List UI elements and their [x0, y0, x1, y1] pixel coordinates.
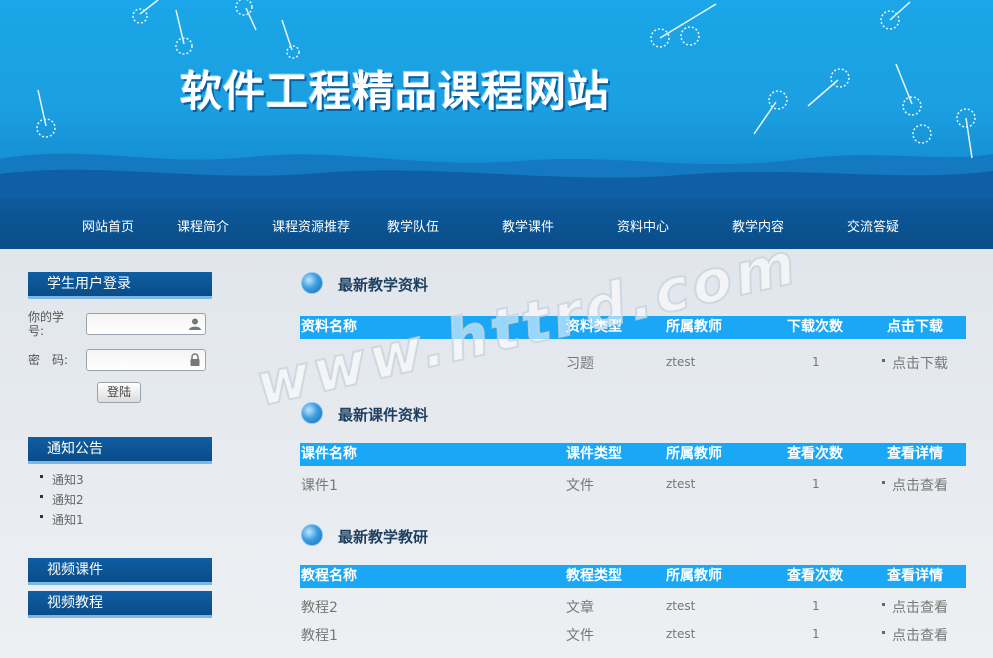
site-title: 软件工程精品课程网站	[180, 67, 611, 116]
bullet-icon	[40, 475, 43, 478]
table-row: 习题 ztest 1 点击下载	[300, 353, 966, 373]
column-header: 所属教师	[666, 446, 722, 462]
courseware-name[interactable]: 课件1	[301, 475, 338, 495]
notice-item-label[interactable]: 通知1	[52, 513, 84, 527]
globe-icon	[301, 524, 323, 546]
research-table-header: 教程名称 教程类型 所属教师 查看次数 查看详情	[300, 565, 966, 588]
notice-item-label[interactable]: 通知2	[52, 493, 84, 507]
column-header: 查看次数	[787, 568, 843, 584]
table-row: 教程2 文章 ztest 1 点击查看	[300, 597, 966, 617]
video-courseware-title[interactable]: 视频课件	[28, 558, 212, 585]
video-tutorial-title[interactable]: 视频教程	[28, 591, 212, 618]
bullet-icon	[40, 515, 43, 518]
nav-item-home[interactable]: 网站首页	[82, 216, 134, 235]
research-type: 文章	[566, 600, 594, 616]
column-header: 查看次数	[787, 446, 843, 462]
nav-item-content[interactable]: 教学内容	[732, 216, 784, 235]
courseware-type: 文件	[566, 478, 594, 494]
globe-icon	[301, 272, 323, 294]
column-header: 查看详情	[887, 568, 943, 584]
view-details-label[interactable]: 点击查看	[892, 597, 948, 617]
column-header: 所属教师	[666, 319, 722, 335]
bullet-icon	[882, 481, 885, 484]
nav-item-resources[interactable]: 课程资源推荐	[272, 216, 350, 235]
view-details-link[interactable]: 点击查看	[882, 597, 948, 616]
column-header: 点击下载	[887, 319, 943, 335]
materials-table-header: 资料名称 资料类型 所属教师 下载次数 点击下载	[300, 316, 966, 339]
nav-item-materials[interactable]: 资料中心	[617, 216, 669, 235]
column-header: 课件类型	[566, 446, 622, 462]
notice-item[interactable]: 通知2	[40, 491, 84, 508]
table-row: 教程1 文件 ztest 1 点击查看	[300, 625, 966, 645]
column-header: 资料类型	[566, 319, 622, 335]
column-header: 教程名称	[301, 568, 357, 584]
user-icon	[189, 318, 201, 330]
notice-item-label[interactable]: 通知3	[52, 473, 84, 487]
view-details-link[interactable]: 点击查看	[882, 625, 948, 644]
research-section-title: 最新教学教研	[338, 528, 429, 546]
view-count: 1	[812, 599, 820, 613]
column-header: 查看详情	[887, 446, 943, 462]
view-count: 1	[812, 477, 820, 491]
globe-icon	[301, 402, 323, 424]
column-header: 资料名称	[301, 319, 357, 335]
research-type: 文件	[566, 628, 594, 644]
view-count: 1	[812, 627, 820, 641]
research-name[interactable]: 教程1	[301, 625, 338, 645]
courseware-table-header: 课件名称 课件类型 所属教师 查看次数 查看详情	[300, 443, 966, 466]
research-teacher: ztest	[666, 627, 696, 641]
bullet-icon	[882, 631, 885, 634]
login-box-title: 学生用户登录	[28, 272, 212, 299]
nav-item-intro[interactable]: 课程简介	[177, 216, 229, 235]
material-teacher: ztest	[666, 355, 696, 369]
material-type: 习题	[566, 356, 594, 372]
materials-section-title: 最新教学资料	[338, 276, 429, 294]
main-nav: 网站首页 课程简介 课程资源推荐 教学队伍 教学课件 资料中心 教学内容 交流答…	[0, 199, 993, 249]
view-details-label[interactable]: 点击查看	[892, 625, 948, 645]
nav-item-courseware[interactable]: 教学课件	[502, 216, 554, 235]
view-details-label[interactable]: 点击查看	[892, 475, 948, 495]
table-row: 课件1 文件 ztest 1 点击查看	[300, 475, 966, 495]
courseware-section-title: 最新课件资料	[338, 406, 429, 424]
password-label: 密 码:	[28, 353, 69, 367]
student-id-label-line2: 号:	[28, 324, 45, 338]
bullet-icon	[40, 495, 43, 498]
bullet-icon	[882, 359, 885, 362]
header-banner: 软件工程精品课程网站	[0, 0, 993, 199]
view-details-link[interactable]: 点击查看	[882, 475, 948, 494]
notice-item[interactable]: 通知1	[40, 511, 84, 528]
download-link-label[interactable]: 点击下载	[892, 353, 948, 373]
research-name[interactable]: 教程2	[301, 597, 338, 617]
column-header: 所属教师	[666, 568, 722, 584]
student-id-label-line1: 你的学	[28, 310, 65, 324]
download-count: 1	[812, 355, 820, 369]
nav-item-team[interactable]: 教学队伍	[387, 216, 439, 235]
research-teacher: ztest	[666, 599, 696, 613]
notice-box-title: 通知公告	[28, 437, 212, 464]
lock-icon	[190, 353, 200, 366]
nav-item-qa[interactable]: 交流答疑	[847, 216, 899, 235]
courseware-teacher: ztest	[666, 477, 696, 491]
bullet-icon	[882, 603, 885, 606]
column-header: 下载次数	[787, 319, 843, 335]
column-header: 教程类型	[566, 568, 622, 584]
login-button[interactable]: 登陆	[97, 382, 141, 403]
notice-item[interactable]: 通知3	[40, 471, 84, 488]
column-header: 课件名称	[301, 446, 357, 462]
student-id-label: 你的学 号:	[28, 310, 64, 338]
download-link[interactable]: 点击下载	[882, 353, 948, 372]
